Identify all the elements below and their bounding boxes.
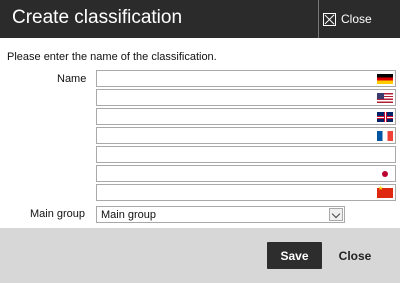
close-icon [323, 12, 336, 26]
name-input-other[interactable] [97, 150, 373, 164]
name-input-cn[interactable] [97, 188, 373, 202]
dialog-titlebar: Create classification Close [0, 0, 400, 38]
main-group-label: Main group [30, 208, 86, 220]
flag-jp-icon [377, 169, 393, 179]
save-button[interactable]: Save [267, 242, 322, 269]
titlebar-close-label: Close [341, 12, 372, 26]
name-field-gb[interactable] [96, 108, 396, 126]
chevron-down-icon[interactable] [329, 208, 343, 221]
main-group-value: Main group [101, 209, 157, 221]
name-field-cn[interactable] [96, 184, 396, 202]
main-group-select[interactable]: Main group [96, 206, 345, 223]
name-field-us[interactable] [96, 89, 396, 107]
flag-de-icon [377, 74, 393, 84]
name-field-jp[interactable] [96, 165, 396, 183]
name-field-other[interactable] [96, 146, 396, 164]
name-input-de[interactable] [97, 74, 373, 88]
form-prompt: Please enter the name of the classificat… [7, 51, 217, 63]
name-field-de[interactable] [96, 70, 396, 88]
close-button[interactable]: Close [330, 242, 380, 269]
name-input-fr[interactable] [97, 131, 373, 145]
flag-cn-icon [377, 185, 393, 198]
name-input-jp[interactable] [97, 169, 373, 183]
titlebar-divider [318, 0, 319, 38]
name-input-gb[interactable] [97, 112, 373, 126]
titlebar-close-button[interactable]: Close [322, 0, 400, 38]
name-input-us[interactable] [97, 93, 373, 107]
name-field-fr[interactable] [96, 127, 396, 145]
flag-fr-icon [377, 131, 393, 141]
name-label: Name [57, 73, 87, 85]
flag-us-icon [377, 93, 393, 103]
flag-gb-icon [377, 112, 393, 122]
dialog-title: Create classification [12, 7, 183, 28]
